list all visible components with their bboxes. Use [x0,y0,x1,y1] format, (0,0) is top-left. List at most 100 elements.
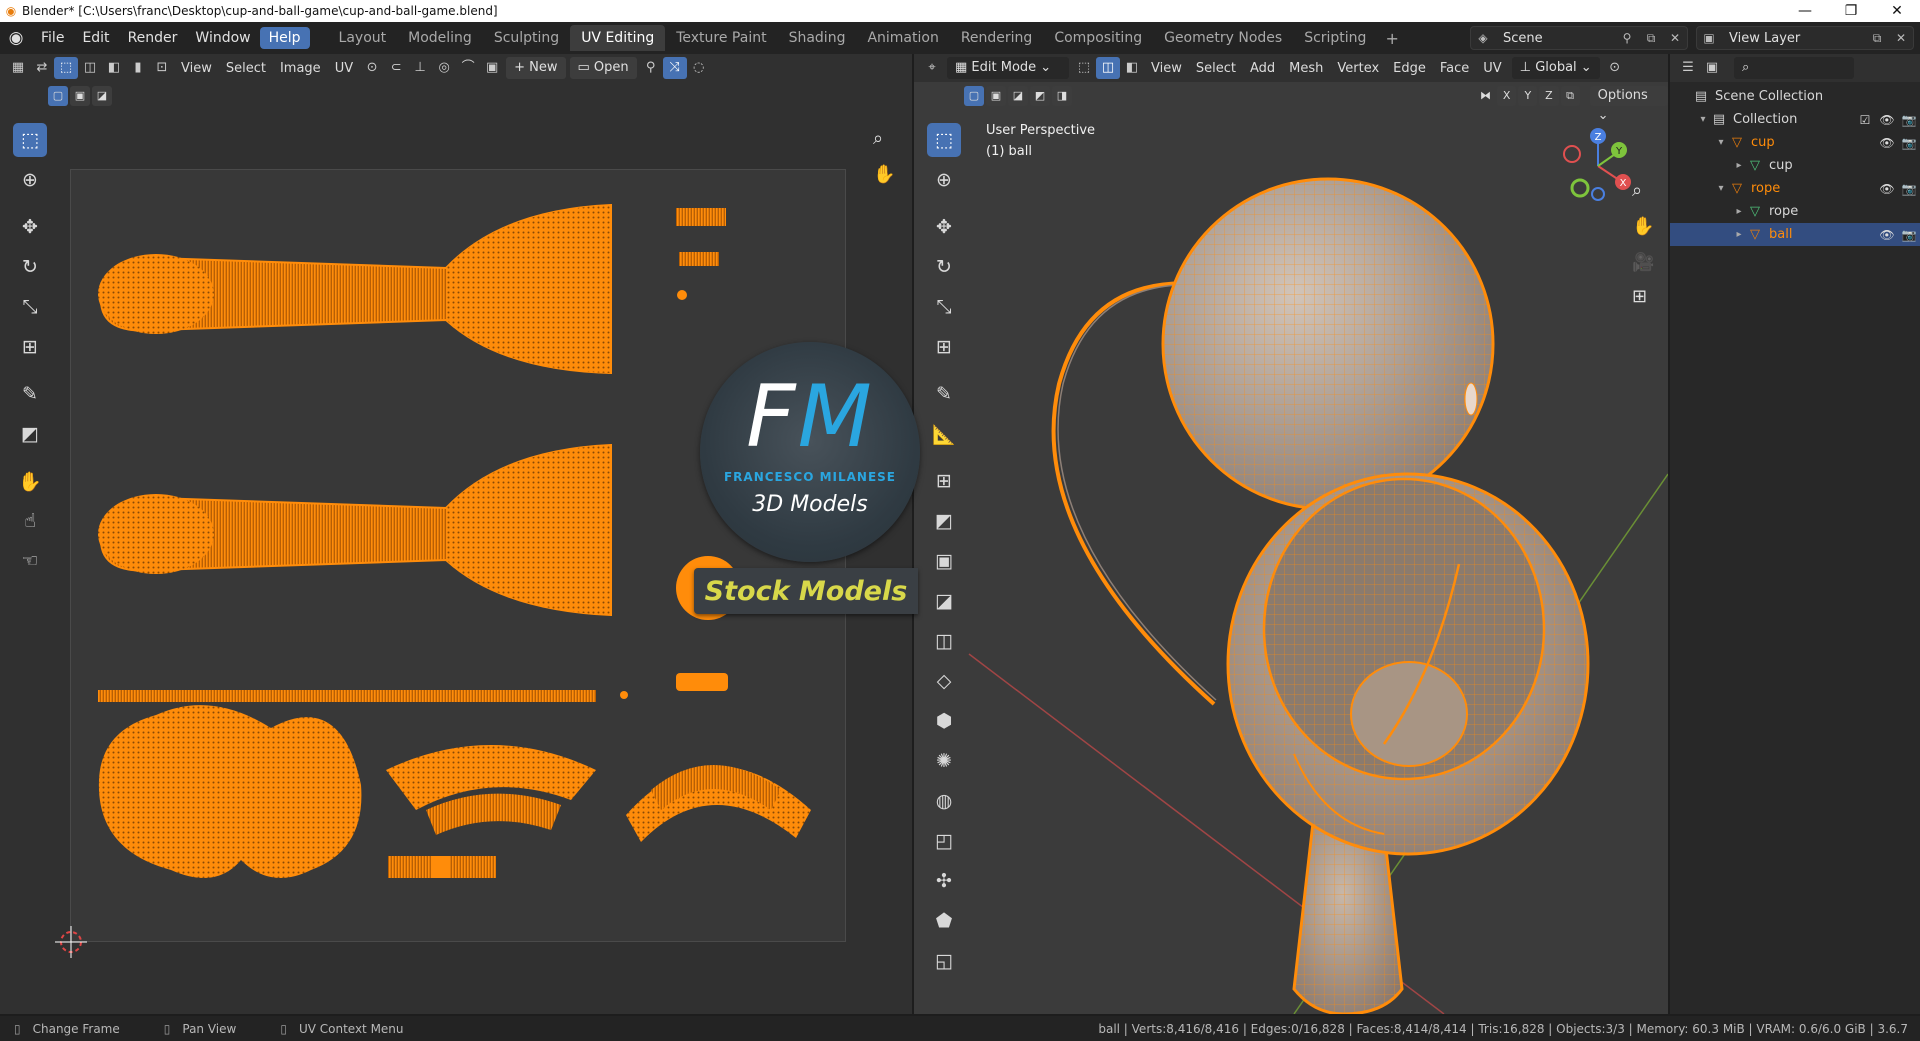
outliner-row[interactable]: ▸ ▽ rope [1670,200,1920,223]
outliner-row[interactable]: ▾ ▽ rope 👁 📷 [1670,177,1920,200]
uv-island-cup-outer [98,203,612,375]
select-extend-icon[interactable]: ▣ [70,86,90,106]
pinch-tool-icon[interactable]: ☜ [13,544,47,578]
3d-viewport[interactable]: ⌖ ▦ Edit Mode ⌄ ⬚ ◫ ◧ View Select Add Me… [914,54,1668,1014]
select-box-tool-icon[interactable]: ⬚ [13,123,47,157]
blender-menu-icon[interactable]: ◉ [0,22,32,54]
uv-menu-view[interactable]: View [174,61,219,76]
tab-uv-editing[interactable]: UV Editing [570,25,666,51]
hint-context-menu: UV Context Menu [298,1021,404,1036]
falloff-icon[interactable]: ⌒ [456,57,480,79]
face-select-icon[interactable]: ◧ [102,57,126,79]
new-image-button[interactable]: + New [506,57,566,79]
display-mode-icon[interactable]: ▣ [1700,57,1724,79]
menu-render[interactable]: Render [119,27,187,49]
snap-icon[interactable]: ⊂ [384,57,408,79]
tab-texture-paint[interactable]: Texture Paint [665,25,777,51]
watermark-logo: FM FRANCESCO MILANESE 3D Models [700,342,920,562]
visibility-eye-icon[interactable]: 👁 [1876,136,1898,150]
sync-selection-icon[interactable]: ⇄ [30,57,54,79]
tab-modeling[interactable]: Modeling [397,25,483,51]
expand-arrow-icon[interactable]: ▾ [1714,183,1728,194]
uv-menu-uv[interactable]: UV [328,61,360,76]
pin-icon[interactable]: ⚲ [1615,31,1639,45]
rotate-tool-icon[interactable]: ↻ [13,250,47,284]
expand-arrow-icon[interactable]: ▾ [1696,114,1710,125]
new-view-layer-icon[interactable]: ⧉ [1865,31,1889,46]
pivot-icon[interactable]: ⊙ [360,57,384,79]
tab-compositing[interactable]: Compositing [1043,25,1153,51]
transform-tool-icon[interactable]: ⊞ [13,330,47,364]
expand-arrow-icon[interactable]: ▾ [1714,137,1728,148]
view-layer-selector[interactable]: ▣ View Layer ⧉ ✕ [1696,26,1914,50]
outliner[interactable]: ☰ ▣ ⌕ ▤ Scene Collection ▾ ▤ Collection ☑ 👁 📷 ▾ ▽… [1670,54,1920,1014]
uv-canvas[interactable] [70,169,846,942]
move-tool-icon[interactable]: ✥ [13,210,47,244]
open-image-button[interactable]: ▭ Open [569,57,637,79]
outliner-row[interactable]: ▸ ▽ cup [1670,154,1920,177]
vertex-select-icon[interactable]: ⬚ [54,57,78,79]
remove-scene-icon[interactable]: ✕ [1663,31,1687,45]
maximize-button[interactable]: ❐ [1828,3,1874,19]
uv-sync-icon[interactable]: ⤨ [662,57,687,79]
expand-arrow-icon[interactable]: ▸ [1732,206,1746,217]
visibility-eye-icon[interactable]: 👁 [1876,228,1898,242]
visibility-eye-icon[interactable]: 👁 [1876,113,1898,127]
close-button[interactable]: ✕ [1874,3,1920,19]
tab-scripting[interactable]: Scripting [1293,25,1377,51]
editor-type-icon[interactable]: ▦ [6,57,30,79]
outliner-search-field[interactable]: ⌕ [1734,57,1854,79]
outliner-row[interactable]: ▾ ▽ cup 👁 📷 [1670,131,1920,154]
render-camera-icon[interactable]: 📷 [1898,136,1920,150]
sticky-selection-icon[interactable]: ⊡ [150,57,174,79]
image-browse-icon[interactable]: ▣ [480,57,504,79]
pan-hand-icon[interactable]: ✋ [873,164,895,185]
outliner-row[interactable]: ▸ ▽ ball 👁 📷 [1670,223,1920,246]
proportional-edit-icon[interactable]: ◎ [432,57,456,79]
select-new-icon[interactable]: ▢ [48,86,68,106]
edge-select-icon[interactable]: ◫ [78,57,102,79]
select-subtract-icon[interactable]: ◪ [92,86,112,106]
pin-icon[interactable]: ⚲ [639,57,663,79]
uv-menu-select[interactable]: Select [219,61,273,76]
zoom-icon[interactable]: ⌕ [873,128,883,149]
tab-geometry-nodes[interactable]: Geometry Nodes [1153,25,1293,51]
render-camera-icon[interactable]: 📷 [1898,113,1920,127]
outliner-row[interactable]: ▾ ▤ Collection ☑ 👁 📷 [1670,108,1920,131]
visibility-eye-icon[interactable]: 👁 [1876,182,1898,196]
outliner-tree: ▤ Scene Collection ▾ ▤ Collection ☑ 👁 📷 ▾ ▽ cup 👁 📷 ▸… [1670,85,1920,246]
render-camera-icon[interactable]: 📷 [1898,228,1920,242]
scene-selector[interactable]: ◈ Scene ⚲ ⧉ ✕ [1470,26,1688,50]
menu-window[interactable]: Window [186,27,259,49]
uv-menu-image[interactable]: Image [273,61,328,76]
scale-tool-icon[interactable]: ⤡ [13,290,47,324]
outliner-row[interactable]: ▤ Scene Collection [1670,85,1920,108]
remove-view-layer-icon[interactable]: ✕ [1889,31,1913,45]
island-select-icon[interactable]: ▮ [126,57,150,79]
tab-animation[interactable]: Animation [856,25,949,51]
menu-file[interactable]: File [32,27,73,49]
grab-tool-icon[interactable]: ✋ [13,464,47,498]
exclude-checkbox[interactable]: ☑ [1854,113,1876,127]
overlay-icon[interactable]: ◌ [687,57,711,79]
expand-arrow-icon[interactable]: ▸ [1732,229,1746,240]
render-camera-icon[interactable]: 📷 [1898,182,1920,196]
tab-layout[interactable]: Layout [328,25,398,51]
add-workspace-icon[interactable]: + [1377,29,1406,48]
relax-tool-icon[interactable]: ☝ [13,504,47,538]
menu-help[interactable]: Help [259,27,310,49]
rip-tool-icon[interactable]: ◩ [13,417,47,451]
view-layer-icon: ▣ [1703,31,1715,45]
minimize-button[interactable]: — [1782,3,1828,19]
annotate-tool-icon[interactable]: ✎ [13,377,47,411]
2d-cursor-icon[interactable] [55,926,87,958]
outliner-editor-type-icon[interactable]: ☰ [1676,57,1700,79]
new-scene-icon[interactable]: ⧉ [1639,31,1663,46]
snap-target-icon[interactable]: ⊥ [408,57,432,79]
menu-edit[interactable]: Edit [73,27,118,49]
tab-shading[interactable]: Shading [778,25,857,51]
tab-sculpting[interactable]: Sculpting [483,25,570,51]
tab-rendering[interactable]: Rendering [950,25,1044,51]
cursor-tool-icon[interactable]: ⊕ [13,163,47,197]
expand-arrow-icon[interactable]: ▸ [1732,160,1746,171]
